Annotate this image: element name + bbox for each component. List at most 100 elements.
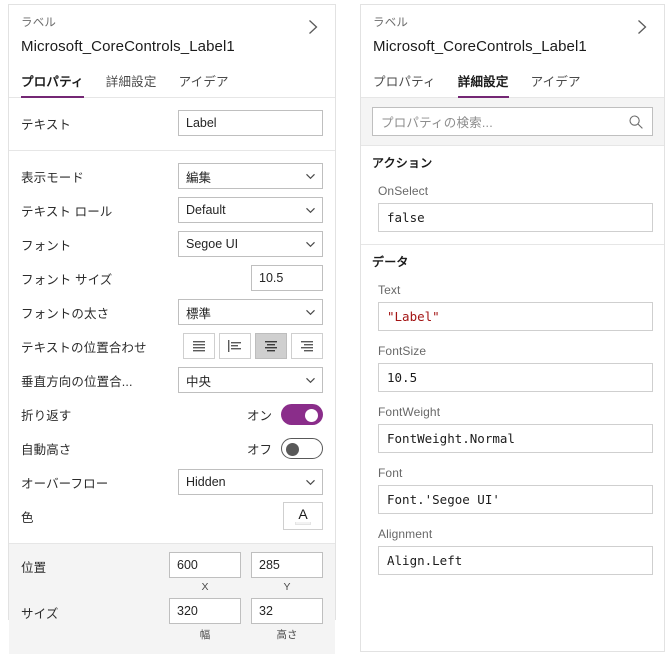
property-fontsize: FontSize 10.5 <box>372 344 653 392</box>
position-y-caption: Y <box>283 581 291 593</box>
tab-advanced[interactable]: 詳細設定 <box>106 67 157 97</box>
vertical-align-select[interactable]: 中央 <box>178 367 323 393</box>
property-name-alignment: Alignment <box>378 527 433 541</box>
property-value-onselect[interactable]: false <box>378 203 653 232</box>
panel-header-left: ラベル Microsoft_CoreControls_Label1 <box>9 5 335 59</box>
row-size: サイズ 320 幅 32 高さ <box>21 598 323 644</box>
section-title-data: データ <box>372 255 409 269</box>
text-input[interactable]: Label <box>178 110 323 136</box>
tab-properties[interactable]: プロパティ <box>21 67 84 98</box>
font-value: Segoe UI <box>186 237 239 251</box>
chevron-right-icon[interactable] <box>303 17 323 37</box>
text-role-select[interactable]: Default <box>178 197 323 223</box>
chevron-down-icon <box>305 205 316 219</box>
chevron-down-icon <box>305 239 316 253</box>
auto-height-toggle[interactable] <box>281 437 323 459</box>
row-font: フォント Segoe UI <box>21 227 323 261</box>
label-color: 色 <box>21 510 34 525</box>
row-font-size: フォント サイズ 10.5 <box>21 261 323 295</box>
property-name-fontsize: FontSize <box>378 344 427 358</box>
property-alignment: Alignment Align.Left <box>372 527 653 575</box>
label-font-size: フォント サイズ <box>21 272 113 287</box>
property-fontweight: FontWeight FontWeight.Normal <box>372 405 653 453</box>
size-width-input[interactable]: 320 <box>169 598 241 624</box>
property-group-position-size: 位置 600 X 285 Y サイズ 320 幅 32 高さ <box>9 544 335 654</box>
toggle-knob <box>305 408 318 422</box>
property-name-onselect: OnSelect <box>378 184 429 198</box>
display-mode-select[interactable]: 編集 <box>178 163 323 189</box>
font-weight-select[interactable]: 標準 <box>178 299 323 325</box>
chevron-down-icon <box>305 307 316 321</box>
label-display-mode: 表示モード <box>21 170 85 185</box>
property-text: Text "Label" <box>372 283 653 331</box>
vertical-align-value: 中央 <box>186 374 212 389</box>
row-overflow: オーバーフロー Hidden <box>21 465 323 499</box>
label-overflow: オーバーフロー <box>21 476 109 491</box>
row-vertical-align: 垂直方向の位置合... 中央 <box>21 363 323 397</box>
position-x-input[interactable]: 600 <box>169 552 241 578</box>
overflow-select[interactable]: Hidden <box>178 469 323 495</box>
auto-height-state-label: オフ <box>246 442 272 457</box>
color-swatch-bar <box>295 522 311 525</box>
position-y-input[interactable]: 285 <box>251 552 323 578</box>
size-width-caption: 幅 <box>199 629 211 641</box>
label-position: 位置 <box>21 561 47 575</box>
text-role-value: Default <box>186 203 226 217</box>
section-title-actions: アクション <box>372 156 433 170</box>
label-size: サイズ <box>21 607 59 621</box>
string-literal: "Label" <box>387 309 440 324</box>
label-vertical-align: 垂直方向の位置合... <box>21 374 133 389</box>
row-position: 位置 600 X 285 Y <box>21 552 323 598</box>
display-mode-value: 編集 <box>186 170 212 185</box>
search-placeholder: プロパティの検索... <box>381 116 493 130</box>
overflow-value: Hidden <box>186 475 226 489</box>
property-name-fontweight: FontWeight <box>378 405 441 419</box>
align-left-icon[interactable] <box>219 333 251 359</box>
property-name-font: Font <box>378 466 403 480</box>
property-value-fontsize[interactable]: 10.5 <box>378 363 653 392</box>
property-value-alignment[interactable]: Align.Left <box>378 546 653 575</box>
property-search-input[interactable]: プロパティの検索... <box>372 107 653 136</box>
align-center-icon[interactable] <box>255 333 287 359</box>
auto-height-toggle-wrap: オフ <box>246 437 323 459</box>
control-type-label: ラベル <box>21 17 57 29</box>
chevron-right-icon[interactable] <box>632 17 652 37</box>
row-auto-height: 自動高さ オフ <box>21 431 323 465</box>
property-value-fontweight[interactable]: FontWeight.Normal <box>378 424 653 453</box>
align-right-icon[interactable] <box>291 333 323 359</box>
tab-properties[interactable]: プロパティ <box>373 67 436 97</box>
row-text-role: テキスト ロール Default <box>21 193 323 227</box>
toggle-knob <box>286 442 299 456</box>
label-text-role: テキスト ロール <box>21 204 113 219</box>
size-height-input[interactable]: 32 <box>251 598 323 624</box>
font-size-input[interactable]: 10.5 <box>251 265 323 291</box>
row-wrap: 折り返す オン <box>21 397 323 431</box>
properties-panel-right: ラベル Microsoft_CoreControls_Label1 プロパティ … <box>360 4 665 652</box>
property-font: Font Font.'Segoe UI' <box>372 466 653 514</box>
panel-header-right: ラベル Microsoft_CoreControls_Label1 <box>361 5 664 59</box>
label-font-weight: フォントの太さ <box>21 306 110 321</box>
font-select[interactable]: Segoe UI <box>178 231 323 257</box>
tab-ideas[interactable]: アイデア <box>531 67 581 97</box>
property-group-appearance: 表示モード 編集 テキスト ロール Default フォント Segoe UI … <box>9 151 335 544</box>
section-data: データ Text "Label" FontSize 10.5 FontWeigh… <box>361 245 664 587</box>
chevron-down-icon <box>305 477 316 491</box>
tab-ideas[interactable]: アイデア <box>179 67 229 97</box>
control-type-label: ラベル <box>373 17 409 29</box>
font-color-button[interactable]: A <box>283 502 323 530</box>
tab-advanced[interactable]: 詳細設定 <box>457 67 509 98</box>
chevron-down-icon <box>305 171 316 185</box>
property-name-text: Text <box>378 283 401 297</box>
wrap-state-label: オン <box>246 408 272 423</box>
property-group-text: テキスト Label <box>9 98 335 151</box>
control-text: Label <box>178 110 323 136</box>
color-glyph: A <box>298 506 308 522</box>
row-display-mode: 表示モード 編集 <box>21 159 323 193</box>
property-value-font[interactable]: Font.'Segoe UI' <box>378 485 653 514</box>
section-actions: アクション OnSelect false <box>361 146 664 245</box>
property-value-text[interactable]: "Label" <box>378 302 653 331</box>
label-text: テキスト <box>21 117 72 132</box>
wrap-toggle[interactable] <box>281 403 323 425</box>
align-justify-icon[interactable] <box>183 333 215 359</box>
row-text: テキスト Label <box>21 106 323 140</box>
